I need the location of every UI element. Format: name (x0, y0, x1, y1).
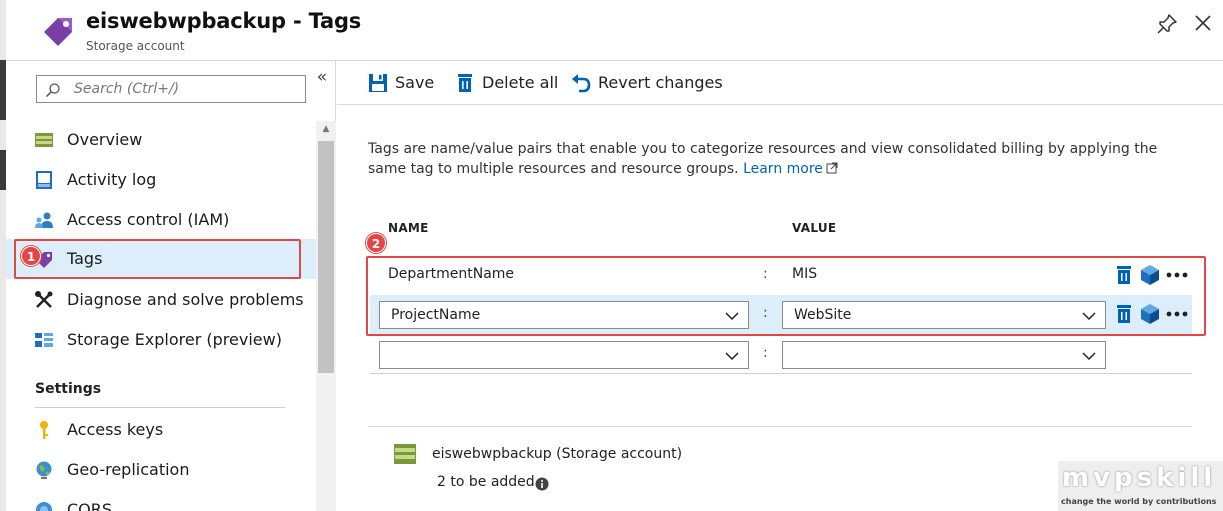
save-icon (369, 74, 387, 92)
tag-separator: : (763, 345, 768, 361)
search-icon (45, 83, 60, 98)
sidebar-item-label: Storage Explorer (preview) (67, 330, 282, 349)
undo-icon (572, 74, 591, 93)
sidebar-item-label: Geo-replication (67, 460, 190, 479)
scrollbar-thumb[interactable] (318, 141, 334, 373)
summary-resource: eiswebwpbackup (Storage account) (432, 446, 682, 462)
close-icon[interactable] (1191, 11, 1215, 35)
sidebar-item-label: Overview (67, 130, 143, 149)
sidebar-item-label: Tags (67, 249, 103, 268)
annotation-badge: 1 (21, 246, 41, 266)
sidebar-item-cors[interactable]: CORS (6, 490, 316, 511)
cors-icon (36, 502, 52, 511)
column-header-value: VALUE (792, 221, 837, 235)
sidebar-item-label: CORS (67, 500, 113, 511)
section-divider (35, 407, 285, 408)
storage-overview-icon (35, 133, 53, 147)
sidebar-item-label: Access keys (67, 420, 164, 439)
delete-all-label: Delete all (482, 73, 559, 92)
sidebar-scrollbar[interactable]: ▲ (316, 121, 336, 511)
sidebar-item-storage-explorer[interactable]: Storage Explorer (preview) (6, 320, 316, 360)
new-tag-value-dropdown[interactable] (782, 341, 1106, 369)
sidebar-item-overview[interactable]: Overview (6, 120, 316, 160)
save-label: Save (395, 73, 435, 92)
sidebar-item-activity-log[interactable]: Activity log (6, 160, 316, 200)
section-heading-settings: Settings (35, 381, 102, 397)
storage-account-icon (394, 444, 416, 464)
watermark-brand: mvpskill (1062, 463, 1217, 493)
column-header-name: NAME (388, 221, 429, 235)
trash-icon (458, 74, 472, 92)
sidebar-item-diagnose[interactable]: Diagnose and solve problems (6, 280, 316, 320)
search-input[interactable]: Search (Ctrl+/) (36, 75, 306, 103)
sidebar-item-access-control[interactable]: Access control (IAM) (6, 200, 316, 240)
sidebar-item-access-keys[interactable]: Access keys (6, 410, 316, 450)
storage-explorer-icon (35, 333, 53, 347)
external-link-icon[interactable] (826, 162, 838, 174)
revert-changes-label: Revert changes (598, 73, 723, 92)
delete-all-button[interactable]: Delete all (454, 71, 564, 95)
wrench-icon (35, 291, 53, 308)
tag-logo-icon (44, 18, 72, 46)
chevron-down-icon (1082, 352, 1096, 361)
command-bar: Save Delete all Revert changes (337, 61, 1223, 105)
watermark-tagline: change the world by contributions (1061, 497, 1217, 506)
save-button[interactable]: Save (367, 71, 462, 95)
info-icon[interactable] (535, 477, 549, 491)
collapse-sidebar-button[interactable]: « (312, 67, 332, 87)
summary-divider (368, 426, 1192, 427)
key-icon (40, 421, 48, 439)
summary-resource-name: eiswebwpbackup (432, 446, 552, 462)
annotation-highlight-box (14, 239, 301, 279)
page-title: eiswebwpbackup - Tags (86, 9, 362, 33)
new-tag-row: : (370, 336, 1192, 374)
sidebar-item-label: Diagnose and solve problems (67, 290, 304, 309)
new-tag-name-dropdown[interactable] (379, 341, 749, 369)
page-subtitle: Storage account (86, 39, 185, 53)
watermark-logo: mvpskill change the world by contributio… (1058, 461, 1223, 511)
pin-icon[interactable] (1156, 13, 1178, 35)
search-placeholder: Search (Ctrl+/) (74, 81, 180, 97)
sidebar-item-label: Access control (IAM) (67, 210, 230, 229)
learn-more-link[interactable]: Learn more (743, 161, 823, 177)
globe-icon (36, 461, 52, 479)
chevron-down-icon (725, 352, 739, 361)
scroll-up-icon[interactable]: ▲ (316, 121, 336, 137)
summary-count: 2 to be added (437, 474, 535, 490)
blade-header: eiswebwpbackup - Tags Storage account (6, 0, 1223, 60)
people-icon (35, 212, 53, 228)
revert-changes-button[interactable]: Revert changes (570, 71, 730, 95)
sidebar: Search (Ctrl+/) « Overview Activity log … (6, 61, 336, 511)
tags-description: Tags are name/value pairs that enable yo… (368, 139, 1188, 179)
sidebar-item-tags[interactable]: Tags 1 (6, 239, 316, 279)
annotation-badge: 2 (366, 233, 386, 253)
activity-log-icon (36, 171, 52, 189)
annotation-highlight-box (366, 256, 1206, 336)
sidebar-item-label: Activity log (67, 170, 157, 189)
summary-resource-type: (Storage account) (556, 446, 683, 462)
sidebar-item-geo-replication[interactable]: Geo-replication (6, 450, 316, 490)
